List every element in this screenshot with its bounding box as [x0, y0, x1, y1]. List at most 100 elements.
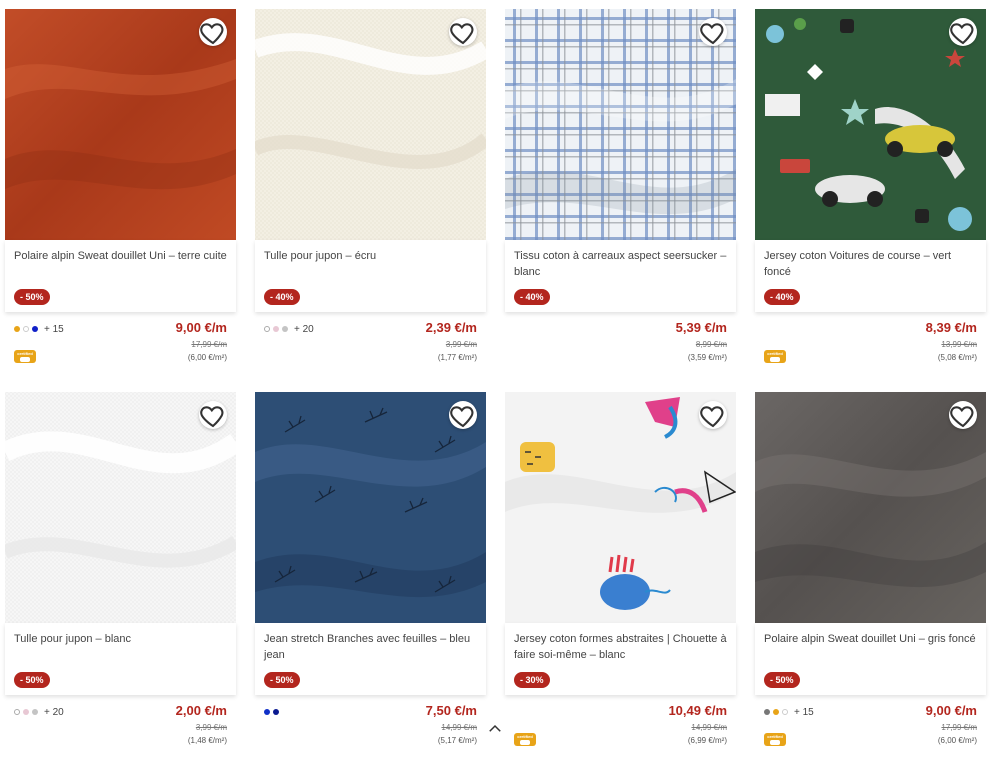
- product-card[interactable]: Jean stretch Branches avec feuilles – bl…: [255, 392, 486, 759]
- original-price: 8,99 €/m: [695, 340, 727, 349]
- more-colors[interactable]: + 20: [44, 707, 64, 718]
- certified-badge: certified: [514, 733, 536, 746]
- product-card[interactable]: Tissu coton à carreaux aspect seersucker…: [505, 9, 736, 376]
- heart-outline-icon: [700, 22, 724, 44]
- check-icon: [20, 356, 30, 362]
- product-image[interactable]: [505, 392, 736, 623]
- certified-badge: certified: [764, 733, 786, 746]
- product-title[interactable]: Jean stretch Branches avec feuilles – bl…: [264, 631, 479, 663]
- heart-outline-icon: [700, 405, 724, 427]
- product-image[interactable]: [505, 9, 736, 240]
- heart-outline-icon: [200, 22, 224, 44]
- color-swatches[interactable]: + 15: [14, 324, 64, 335]
- product-title[interactable]: Jersey coton Voitures de course – vert f…: [764, 248, 979, 280]
- discount-badge: - 50%: [14, 289, 50, 305]
- product-card[interactable]: Polaire alpin Sweat douillet Uni – terre…: [5, 9, 236, 376]
- color-swatch[interactable]: [282, 326, 288, 332]
- current-price: 7,50 €/m: [425, 703, 477, 718]
- product-info: Polaire alpin Sweat douillet Uni – terre…: [5, 240, 236, 312]
- color-swatch[interactable]: [773, 709, 779, 715]
- check-icon: [770, 356, 780, 362]
- current-price: 9,00 €/m: [925, 703, 977, 718]
- original-price: 3,99 €/m: [445, 340, 477, 349]
- favorite-button[interactable]: [449, 401, 477, 429]
- current-price: 2,00 €/m: [175, 703, 227, 718]
- product-image[interactable]: [5, 392, 236, 623]
- heart-outline-icon: [450, 405, 474, 427]
- more-colors[interactable]: + 15: [44, 324, 64, 335]
- favorite-button[interactable]: [949, 401, 977, 429]
- product-info: Tulle pour jupon – blanc - 50%: [5, 623, 236, 695]
- unit-price: (5,08 €/m²): [937, 353, 977, 362]
- product-title[interactable]: Tulle pour jupon – écru: [264, 248, 479, 264]
- color-swatch[interactable]: [273, 326, 279, 332]
- favorite-button[interactable]: [699, 401, 727, 429]
- color-swatch[interactable]: [764, 709, 770, 715]
- product-info: Polaire alpin Sweat douillet Uni – gris …: [755, 623, 986, 695]
- color-swatches[interactable]: + 15: [764, 707, 814, 718]
- product-title[interactable]: Polaire alpin Sweat douillet Uni – terre…: [14, 248, 229, 264]
- color-swatch[interactable]: [14, 709, 20, 715]
- color-swatch[interactable]: [782, 709, 788, 715]
- discount-badge: - 50%: [14, 672, 50, 688]
- product-image[interactable]: [755, 392, 986, 623]
- unit-price: (3,59 €/m²): [687, 353, 727, 362]
- discount-badge: - 50%: [264, 672, 300, 688]
- original-price: 17,99 €/m: [191, 340, 227, 349]
- product-title[interactable]: Tulle pour jupon – blanc: [14, 631, 229, 647]
- product-info: Jean stretch Branches avec feuilles – bl…: [255, 623, 486, 695]
- product-card[interactable]: Jersey coton Voitures de course – vert f…: [755, 9, 986, 376]
- heart-outline-icon: [950, 405, 974, 427]
- favorite-button[interactable]: [949, 18, 977, 46]
- favorite-button[interactable]: [449, 18, 477, 46]
- heart-outline-icon: [950, 22, 974, 44]
- product-title[interactable]: Polaire alpin Sweat douillet Uni – gris …: [764, 631, 979, 647]
- discount-badge: - 30%: [514, 672, 550, 688]
- check-icon: [520, 739, 530, 745]
- unit-price: (6,00 €/m²): [937, 736, 977, 745]
- original-price: 14,99 €/m: [691, 723, 727, 732]
- discount-badge: - 40%: [514, 289, 550, 305]
- color-swatch[interactable]: [32, 326, 38, 332]
- color-swatch[interactable]: [23, 326, 29, 332]
- product-card[interactable]: Polaire alpin Sweat douillet Uni – gris …: [755, 392, 986, 759]
- unit-price: (6,99 €/m²): [687, 736, 727, 745]
- current-price: 2,39 €/m: [425, 320, 477, 335]
- color-swatch[interactable]: [264, 709, 270, 715]
- color-swatch[interactable]: [23, 709, 29, 715]
- current-price: 8,39 €/m: [925, 320, 977, 335]
- color-swatch[interactable]: [273, 709, 279, 715]
- favorite-button[interactable]: [199, 401, 227, 429]
- favorite-button[interactable]: [199, 18, 227, 46]
- chevron-up-icon: [489, 724, 501, 732]
- more-colors[interactable]: + 20: [294, 324, 314, 335]
- more-colors[interactable]: + 15: [794, 707, 814, 718]
- color-swatch[interactable]: [264, 326, 270, 332]
- discount-badge: - 40%: [764, 289, 800, 305]
- product-info: Tulle pour jupon – écru - 40%: [255, 240, 486, 312]
- product-image[interactable]: [255, 9, 486, 240]
- unit-price: (5,17 €/m²): [437, 736, 477, 745]
- product-card[interactable]: Tulle pour jupon – blanc - 50% + 20 2,00…: [5, 392, 236, 759]
- product-title[interactable]: Tissu coton à carreaux aspect seersucker…: [514, 248, 729, 280]
- color-swatch[interactable]: [32, 709, 38, 715]
- color-swatches[interactable]: + 20: [264, 324, 314, 335]
- product-image[interactable]: [5, 9, 236, 240]
- discount-badge: - 50%: [764, 672, 800, 688]
- product-title[interactable]: Jersey coton formes abstraites | Chouett…: [514, 631, 729, 663]
- current-price: 10,49 €/m: [668, 703, 727, 718]
- product-card[interactable]: Jersey coton formes abstraites | Chouett…: [505, 392, 736, 759]
- product-image[interactable]: [755, 9, 986, 240]
- color-swatches[interactable]: [264, 707, 282, 717]
- current-price: 9,00 €/m: [175, 320, 227, 335]
- favorite-button[interactable]: [699, 18, 727, 46]
- scroll-to-top-button[interactable]: [480, 714, 510, 744]
- check-icon: [770, 739, 780, 745]
- unit-price: (6,00 €/m²): [187, 353, 227, 362]
- product-card[interactable]: Tulle pour jupon – écru - 40% + 20 2,39 …: [255, 9, 486, 376]
- color-swatch[interactable]: [14, 326, 20, 332]
- product-image[interactable]: [255, 392, 486, 623]
- product-info: Jersey coton Voitures de course – vert f…: [755, 240, 986, 312]
- color-swatches[interactable]: + 20: [14, 707, 64, 718]
- original-price: 13,99 €/m: [941, 340, 977, 349]
